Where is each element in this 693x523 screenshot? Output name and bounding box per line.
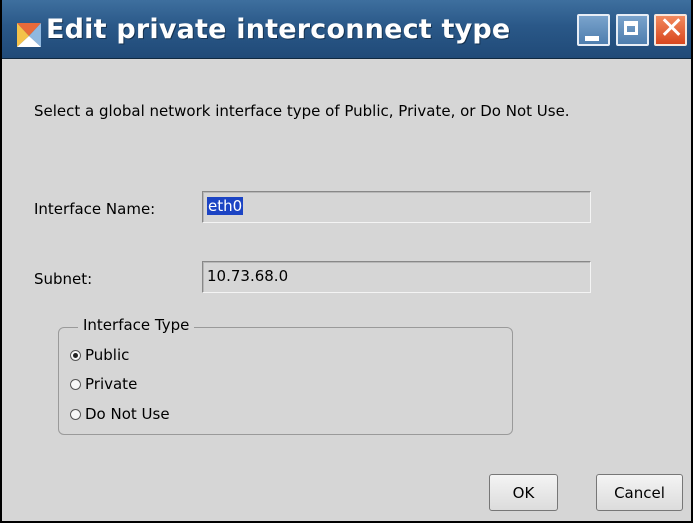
subnet-field[interactable]: 10.73.68.0: [202, 261, 591, 293]
radio-public[interactable]: Public: [70, 345, 129, 365]
radio-do-not-use-indicator[interactable]: [70, 408, 81, 420]
close-button[interactable]: ✕: [654, 14, 687, 46]
radio-private-indicator[interactable]: [70, 378, 81, 390]
dialog-window: Edit private interconnect type ✕ Select …: [0, 0, 693, 523]
maximize-button[interactable]: [616, 14, 649, 46]
subnet-value: 10.73.68.0: [207, 267, 289, 285]
minimize-icon: [585, 36, 599, 41]
interface-name-field[interactable]: eth0: [202, 191, 591, 223]
radio-public-label: Public: [85, 346, 130, 364]
radio-private[interactable]: Private: [70, 374, 137, 394]
close-icon: ✕: [659, 11, 685, 46]
description-text: Select a global network interface type o…: [34, 102, 570, 120]
minimize-button[interactable]: [577, 14, 610, 46]
radio-private-label: Private: [85, 375, 138, 393]
radio-do-not-use-label: Do Not Use: [85, 405, 170, 423]
title-bar[interactable]: Edit private interconnect type ✕: [2, 0, 691, 59]
interface-type-title: Interface Type: [78, 316, 195, 334]
window-title: Edit private interconnect type: [46, 14, 511, 45]
x-logo-icon: [17, 23, 41, 47]
maximize-icon: [624, 21, 638, 35]
subnet-label: Subnet:: [34, 270, 93, 288]
interface-name-value: eth0: [207, 197, 244, 215]
radio-do-not-use[interactable]: Do Not Use: [70, 404, 170, 424]
cancel-button[interactable]: Cancel: [596, 474, 683, 511]
radio-public-indicator[interactable]: [70, 349, 81, 361]
ok-button[interactable]: OK: [489, 474, 558, 511]
interface-name-label: Interface Name:: [34, 200, 156, 218]
